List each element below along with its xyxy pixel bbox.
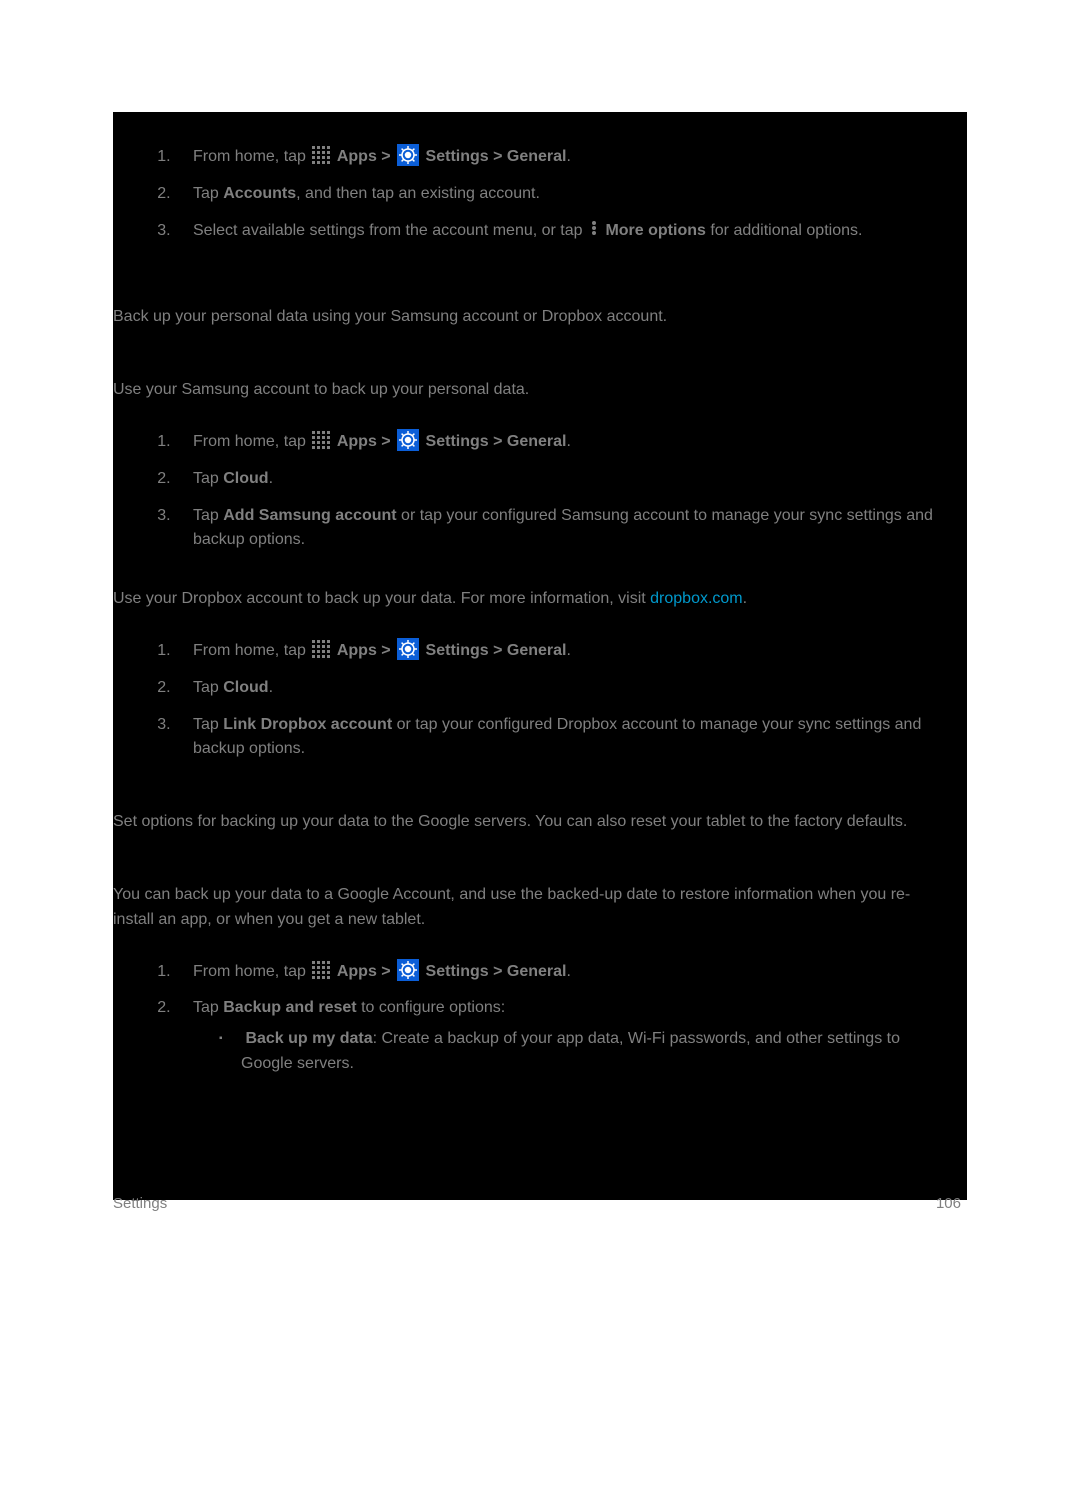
- text: to configure options:: [357, 999, 506, 1016]
- text: Tap: [193, 679, 223, 696]
- settings-general-label: Settings > General: [426, 642, 567, 659]
- steps-samsung: From home, tap Apps > Settings > General…: [113, 429, 937, 553]
- step: Tap Accounts, and then tap an existing a…: [175, 182, 937, 207]
- period: .: [566, 148, 570, 165]
- text: From home, tap: [193, 642, 306, 659]
- step: Tap Cloud.: [175, 676, 937, 701]
- period: .: [566, 433, 570, 450]
- step: From home, tap Apps > Settings > General…: [175, 144, 937, 170]
- period: .: [566, 963, 570, 980]
- apps-icon: [312, 640, 330, 658]
- step: From home, tap Apps > Settings > General…: [175, 959, 937, 985]
- steps-account-settings: From home, tap Apps > Settings > General…: [113, 144, 937, 243]
- text: , and then tap an existing account.: [296, 185, 540, 202]
- text: Select available settings from the accou…: [193, 222, 583, 239]
- bullet-list: Back up my data: Create a backup of your…: [193, 1027, 937, 1077]
- backup-reset-intro: Set options for backing up your data to …: [113, 810, 967, 835]
- step: Tap Cloud.: [175, 467, 937, 492]
- text: From home, tap: [193, 963, 306, 980]
- samsung-intro: Use your Samsung account to back up your…: [113, 378, 967, 403]
- text: Use your Dropbox account to back up your…: [113, 590, 650, 607]
- bold: Add Samsung account: [223, 507, 396, 524]
- bold: Cloud: [223, 679, 268, 696]
- text: .: [269, 679, 273, 696]
- apps-label: Apps >: [337, 433, 391, 450]
- text: Tap: [193, 716, 223, 733]
- settings-icon: [397, 959, 419, 981]
- footer-page-number: 106: [936, 1192, 961, 1215]
- settings-icon: [397, 429, 419, 451]
- text: Tap: [193, 507, 223, 524]
- settings-icon: [397, 638, 419, 660]
- text: .: [269, 470, 273, 487]
- bold: Link Dropbox account: [223, 716, 392, 733]
- text: Tap: [193, 470, 223, 487]
- apps-icon: [312, 431, 330, 449]
- text: From home, tap: [193, 433, 306, 450]
- apps-icon: [312, 961, 330, 979]
- settings-general-label: Settings > General: [426, 433, 567, 450]
- bold: Accounts: [223, 185, 296, 202]
- step: From home, tap Apps > Settings > General…: [175, 429, 937, 455]
- google-backup-intro: You can back up your data to a Google Ac…: [113, 883, 967, 933]
- apps-label: Apps >: [337, 963, 391, 980]
- step: Tap Backup and reset to configure option…: [175, 996, 937, 1076]
- apps-icon: [312, 146, 330, 164]
- text: Tap: [193, 185, 223, 202]
- step: From home, tap Apps > Settings > General…: [175, 638, 937, 664]
- bold: Cloud: [223, 470, 268, 487]
- text: From home, tap: [193, 148, 306, 165]
- bold: Back up my data: [245, 1030, 372, 1047]
- settings-general-label: Settings > General: [426, 963, 567, 980]
- more-options-icon: [589, 220, 599, 236]
- text: .: [743, 590, 747, 607]
- dropbox-link[interactable]: dropbox.com: [650, 590, 743, 607]
- bold: Backup and reset: [223, 999, 356, 1016]
- step: Select available settings from the accou…: [175, 219, 937, 244]
- dropbox-intro: Use your Dropbox account to back up your…: [113, 587, 967, 612]
- cloud-intro: Back up your personal data using your Sa…: [113, 305, 967, 330]
- bullet-item: Back up my data: Create a backup of your…: [241, 1027, 937, 1077]
- text: Tap: [193, 999, 223, 1016]
- content: From home, tap Apps > Settings > General…: [113, 112, 967, 1077]
- page: From home, tap Apps > Settings > General…: [113, 112, 967, 1200]
- apps-label: Apps >: [337, 642, 391, 659]
- steps-google-backup: From home, tap Apps > Settings > General…: [113, 959, 937, 1077]
- settings-icon: [397, 144, 419, 166]
- step: Tap Add Samsung account or tap your conf…: [175, 504, 937, 554]
- apps-label: Apps >: [337, 148, 391, 165]
- steps-dropbox: From home, tap Apps > Settings > General…: [113, 638, 937, 762]
- text: for additional options.: [706, 222, 863, 239]
- footer-left: Settings: [113, 1192, 167, 1215]
- bold: More options: [605, 222, 705, 239]
- step: Tap Link Dropbox account or tap your con…: [175, 713, 937, 763]
- settings-general-label: Settings > General: [426, 148, 567, 165]
- period: .: [566, 642, 570, 659]
